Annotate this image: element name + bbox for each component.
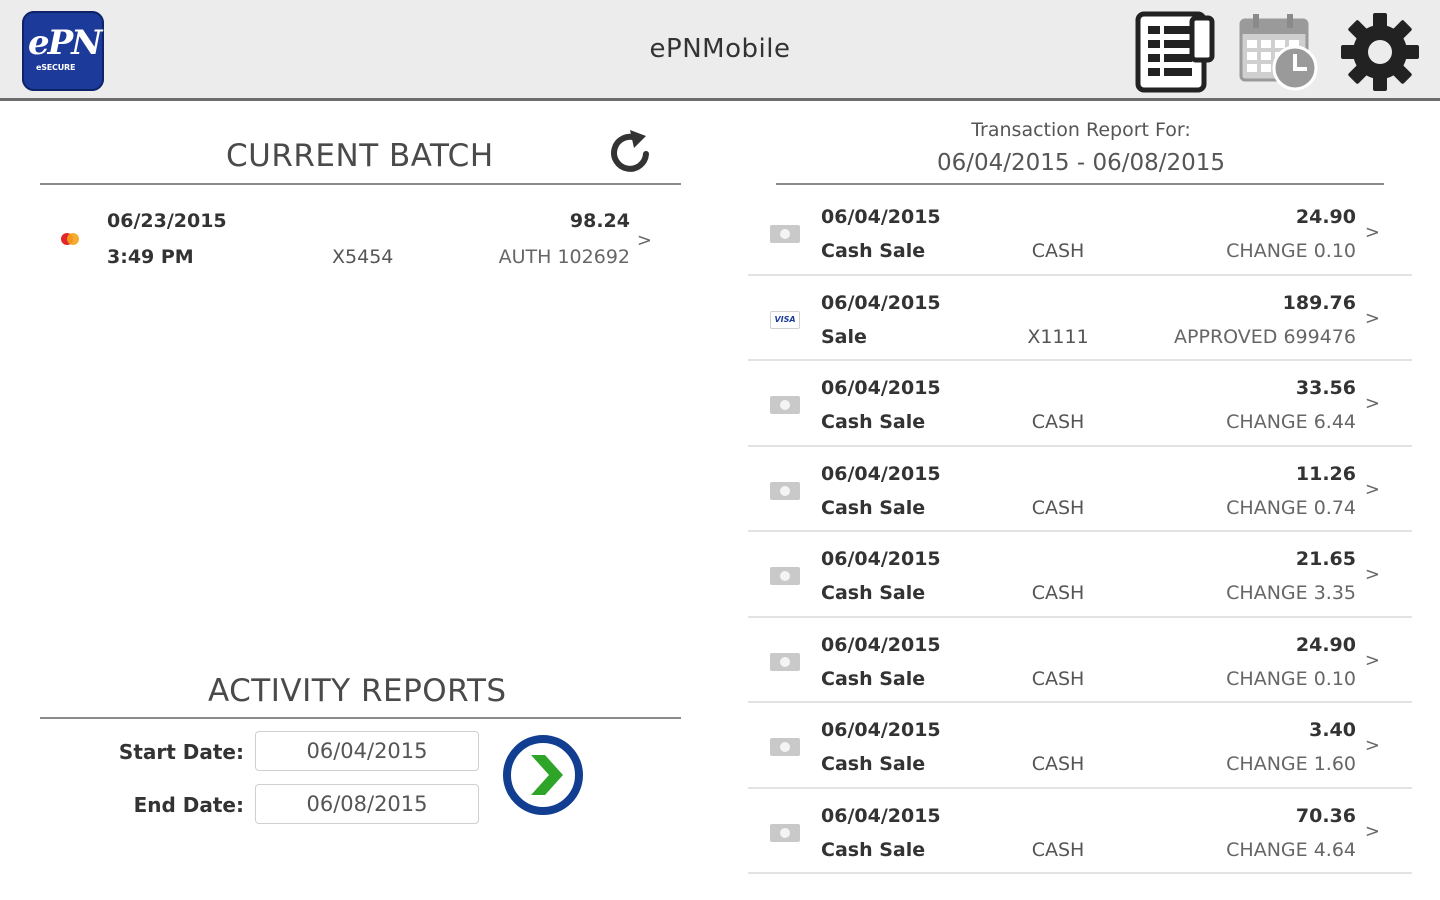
activity-reports-title: ACTIVITY REPORTS bbox=[208, 673, 507, 709]
chevron-right-icon: > bbox=[1364, 820, 1380, 842]
transaction-date: 06/04/2015 bbox=[821, 377, 941, 399]
gear-icon[interactable] bbox=[1338, 10, 1422, 98]
cash-icon bbox=[770, 567, 800, 585]
report-heading: Transaction Report For: bbox=[971, 119, 1191, 141]
chevron-right-icon: > bbox=[1364, 307, 1380, 329]
transaction-type: Cash Sale bbox=[821, 753, 926, 775]
transaction-note: CHANGE 0.10 bbox=[1226, 240, 1356, 262]
report-date-range: 06/04/2015 - 06/08/2015 bbox=[936, 150, 1226, 176]
transaction-amount: 24.90 bbox=[1295, 633, 1356, 656]
current-batch-divider bbox=[40, 183, 681, 185]
transaction-date: 06/04/2015 bbox=[821, 291, 941, 314]
transaction-note: CHANGE 6.44 bbox=[1226, 411, 1356, 433]
batch-time: 3:49 PM bbox=[107, 246, 194, 268]
start-date-label: Start Date: bbox=[118, 740, 244, 764]
transaction-note: CHANGE 1.60 bbox=[1226, 753, 1356, 775]
transaction-method: CASH bbox=[1031, 667, 1085, 690]
transaction-date: 06/04/2015 bbox=[821, 462, 941, 485]
transaction-type: Sale bbox=[821, 325, 867, 348]
transaction-amount: 21.65 bbox=[1295, 548, 1356, 570]
batch-auth: AUTH 102692 bbox=[498, 246, 630, 268]
transaction-row[interactable]: 06/04/2015 Cash Sale CASH 24.90 CHANGE 0… bbox=[748, 618, 1412, 703]
transaction-method: CASH bbox=[1031, 496, 1085, 519]
cash-icon bbox=[770, 823, 800, 842]
chevron-right-icon: > bbox=[1364, 222, 1380, 243]
transaction-method: CASH bbox=[1031, 411, 1085, 433]
batch-date: 06/23/2015 bbox=[107, 210, 227, 232]
transaction-note: APPROVED 699476 bbox=[1174, 325, 1356, 348]
transaction-date: 06/04/2015 bbox=[821, 804, 941, 827]
transaction-row[interactable]: VISA 06/04/2015 Sale X1111 189.76 APPROV… bbox=[748, 276, 1412, 361]
cash-icon bbox=[770, 652, 800, 671]
cash-icon bbox=[770, 225, 800, 243]
run-report-button[interactable] bbox=[501, 733, 585, 817]
chevron-right-icon: > bbox=[1364, 735, 1380, 756]
transaction-row[interactable]: 06/04/2015 Cash Sale CASH 3.40 CHANGE 1.… bbox=[748, 703, 1412, 789]
transaction-row[interactable]: 06/04/2015 Cash Sale CASH 21.65 CHANGE 3… bbox=[748, 532, 1412, 618]
app-title: ePNMobile bbox=[649, 34, 791, 64]
transaction-type: Cash Sale bbox=[821, 838, 926, 861]
transaction-amount: 189.76 bbox=[1282, 291, 1356, 314]
transaction-method: CASH bbox=[1031, 838, 1085, 861]
transaction-date: 06/04/2015 bbox=[821, 206, 941, 228]
start-date-field[interactable]: 06/04/2015 bbox=[255, 731, 479, 771]
transaction-amount: 70.36 bbox=[1295, 804, 1356, 827]
transaction-date: 06/04/2015 bbox=[821, 719, 941, 741]
end-date-field[interactable]: 06/08/2015 bbox=[255, 784, 479, 824]
transaction-row[interactable]: 06/04/2015 Cash Sale CASH 70.36 CHANGE 4… bbox=[748, 789, 1412, 874]
batch-row[interactable]: 06/23/2015 3:49 PM X5454 98.24 AUTH 1026… bbox=[40, 196, 680, 280]
report-divider bbox=[776, 183, 1384, 185]
batch-card-number: X5454 bbox=[332, 246, 394, 268]
cash-icon bbox=[770, 481, 800, 500]
end-date-label: End Date: bbox=[133, 793, 244, 817]
batch-amount: 98.24 bbox=[569, 210, 630, 232]
refresh-icon[interactable] bbox=[606, 128, 654, 176]
cash-icon bbox=[770, 396, 800, 414]
chevron-right-icon: > bbox=[1364, 478, 1380, 500]
transaction-amount: 11.26 bbox=[1295, 462, 1356, 485]
transaction-list: 06/04/2015 Cash Sale CASH 24.90 CHANGE 0… bbox=[748, 190, 1412, 874]
transaction-date: 06/04/2015 bbox=[821, 633, 941, 656]
transaction-note: CHANGE 4.64 bbox=[1226, 838, 1356, 861]
visa-icon: VISA bbox=[770, 310, 800, 329]
transaction-type: Cash Sale bbox=[821, 582, 926, 604]
transaction-method: CASH bbox=[1031, 582, 1085, 604]
transaction-date: 06/04/2015 bbox=[821, 548, 941, 570]
transaction-row[interactable]: 06/04/2015 Cash Sale CASH 11.26 CHANGE 0… bbox=[748, 447, 1412, 532]
activity-reports-divider bbox=[40, 717, 681, 719]
transaction-row[interactable]: 06/04/2015 Cash Sale CASH 33.56 CHANGE 6… bbox=[748, 361, 1412, 447]
transaction-amount: 33.56 bbox=[1295, 377, 1356, 399]
transaction-method: X1111 bbox=[1027, 325, 1089, 348]
calendar-clock-icon[interactable] bbox=[1237, 10, 1321, 98]
logo-subtext: eSECURE bbox=[36, 63, 76, 72]
transaction-method: CASH bbox=[1031, 753, 1085, 775]
transaction-note: CHANGE 0.10 bbox=[1226, 667, 1356, 690]
transaction-row[interactable]: 06/04/2015 Cash Sale CASH 24.90 CHANGE 0… bbox=[748, 190, 1412, 276]
transaction-note: CHANGE 0.74 bbox=[1226, 496, 1356, 519]
transaction-type: Cash Sale bbox=[821, 240, 926, 262]
transaction-type: Cash Sale bbox=[821, 667, 926, 690]
transaction-note: CHANGE 3.35 bbox=[1226, 582, 1356, 604]
chevron-right-icon: > bbox=[1364, 393, 1380, 414]
chevron-right-icon: > bbox=[1364, 564, 1380, 585]
chevron-right-icon: > bbox=[636, 230, 652, 251]
current-batch-title: CURRENT BATCH bbox=[226, 138, 494, 174]
reports-icon[interactable] bbox=[1134, 10, 1218, 98]
transaction-amount: 24.90 bbox=[1295, 206, 1356, 228]
chevron-right-icon: > bbox=[1364, 649, 1380, 671]
app-bar: ePN eSECURE ePNMobile bbox=[0, 0, 1440, 101]
cash-icon bbox=[770, 738, 800, 756]
mastercard-icon bbox=[57, 231, 83, 247]
transaction-type: Cash Sale bbox=[821, 496, 926, 519]
transaction-method: CASH bbox=[1031, 240, 1085, 262]
transaction-type: Cash Sale bbox=[821, 411, 926, 433]
transaction-amount: 3.40 bbox=[1309, 719, 1356, 741]
